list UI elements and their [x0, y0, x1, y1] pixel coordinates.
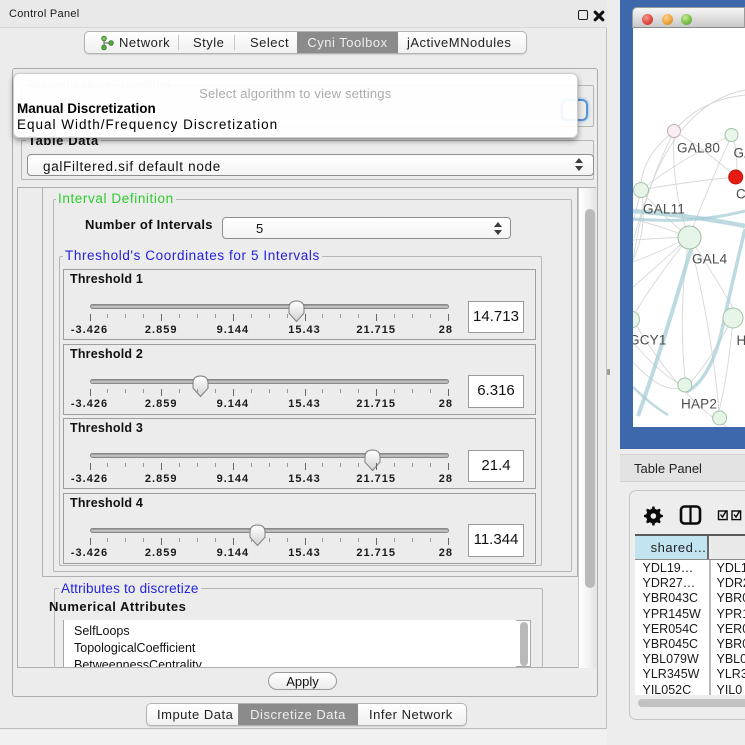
- svg-text:GCY1: GCY1: [633, 333, 667, 348]
- svg-text:GAL4: GAL4: [692, 252, 728, 267]
- svg-text:HAP2: HAP2: [681, 397, 717, 412]
- svg-text:GAL11: GAL11: [643, 202, 685, 217]
- svg-text:C: C: [736, 187, 745, 202]
- svg-text:GA: GA: [734, 146, 745, 161]
- svg-text:GAL80: GAL80: [677, 141, 720, 156]
- svg-text:H: H: [737, 333, 745, 348]
